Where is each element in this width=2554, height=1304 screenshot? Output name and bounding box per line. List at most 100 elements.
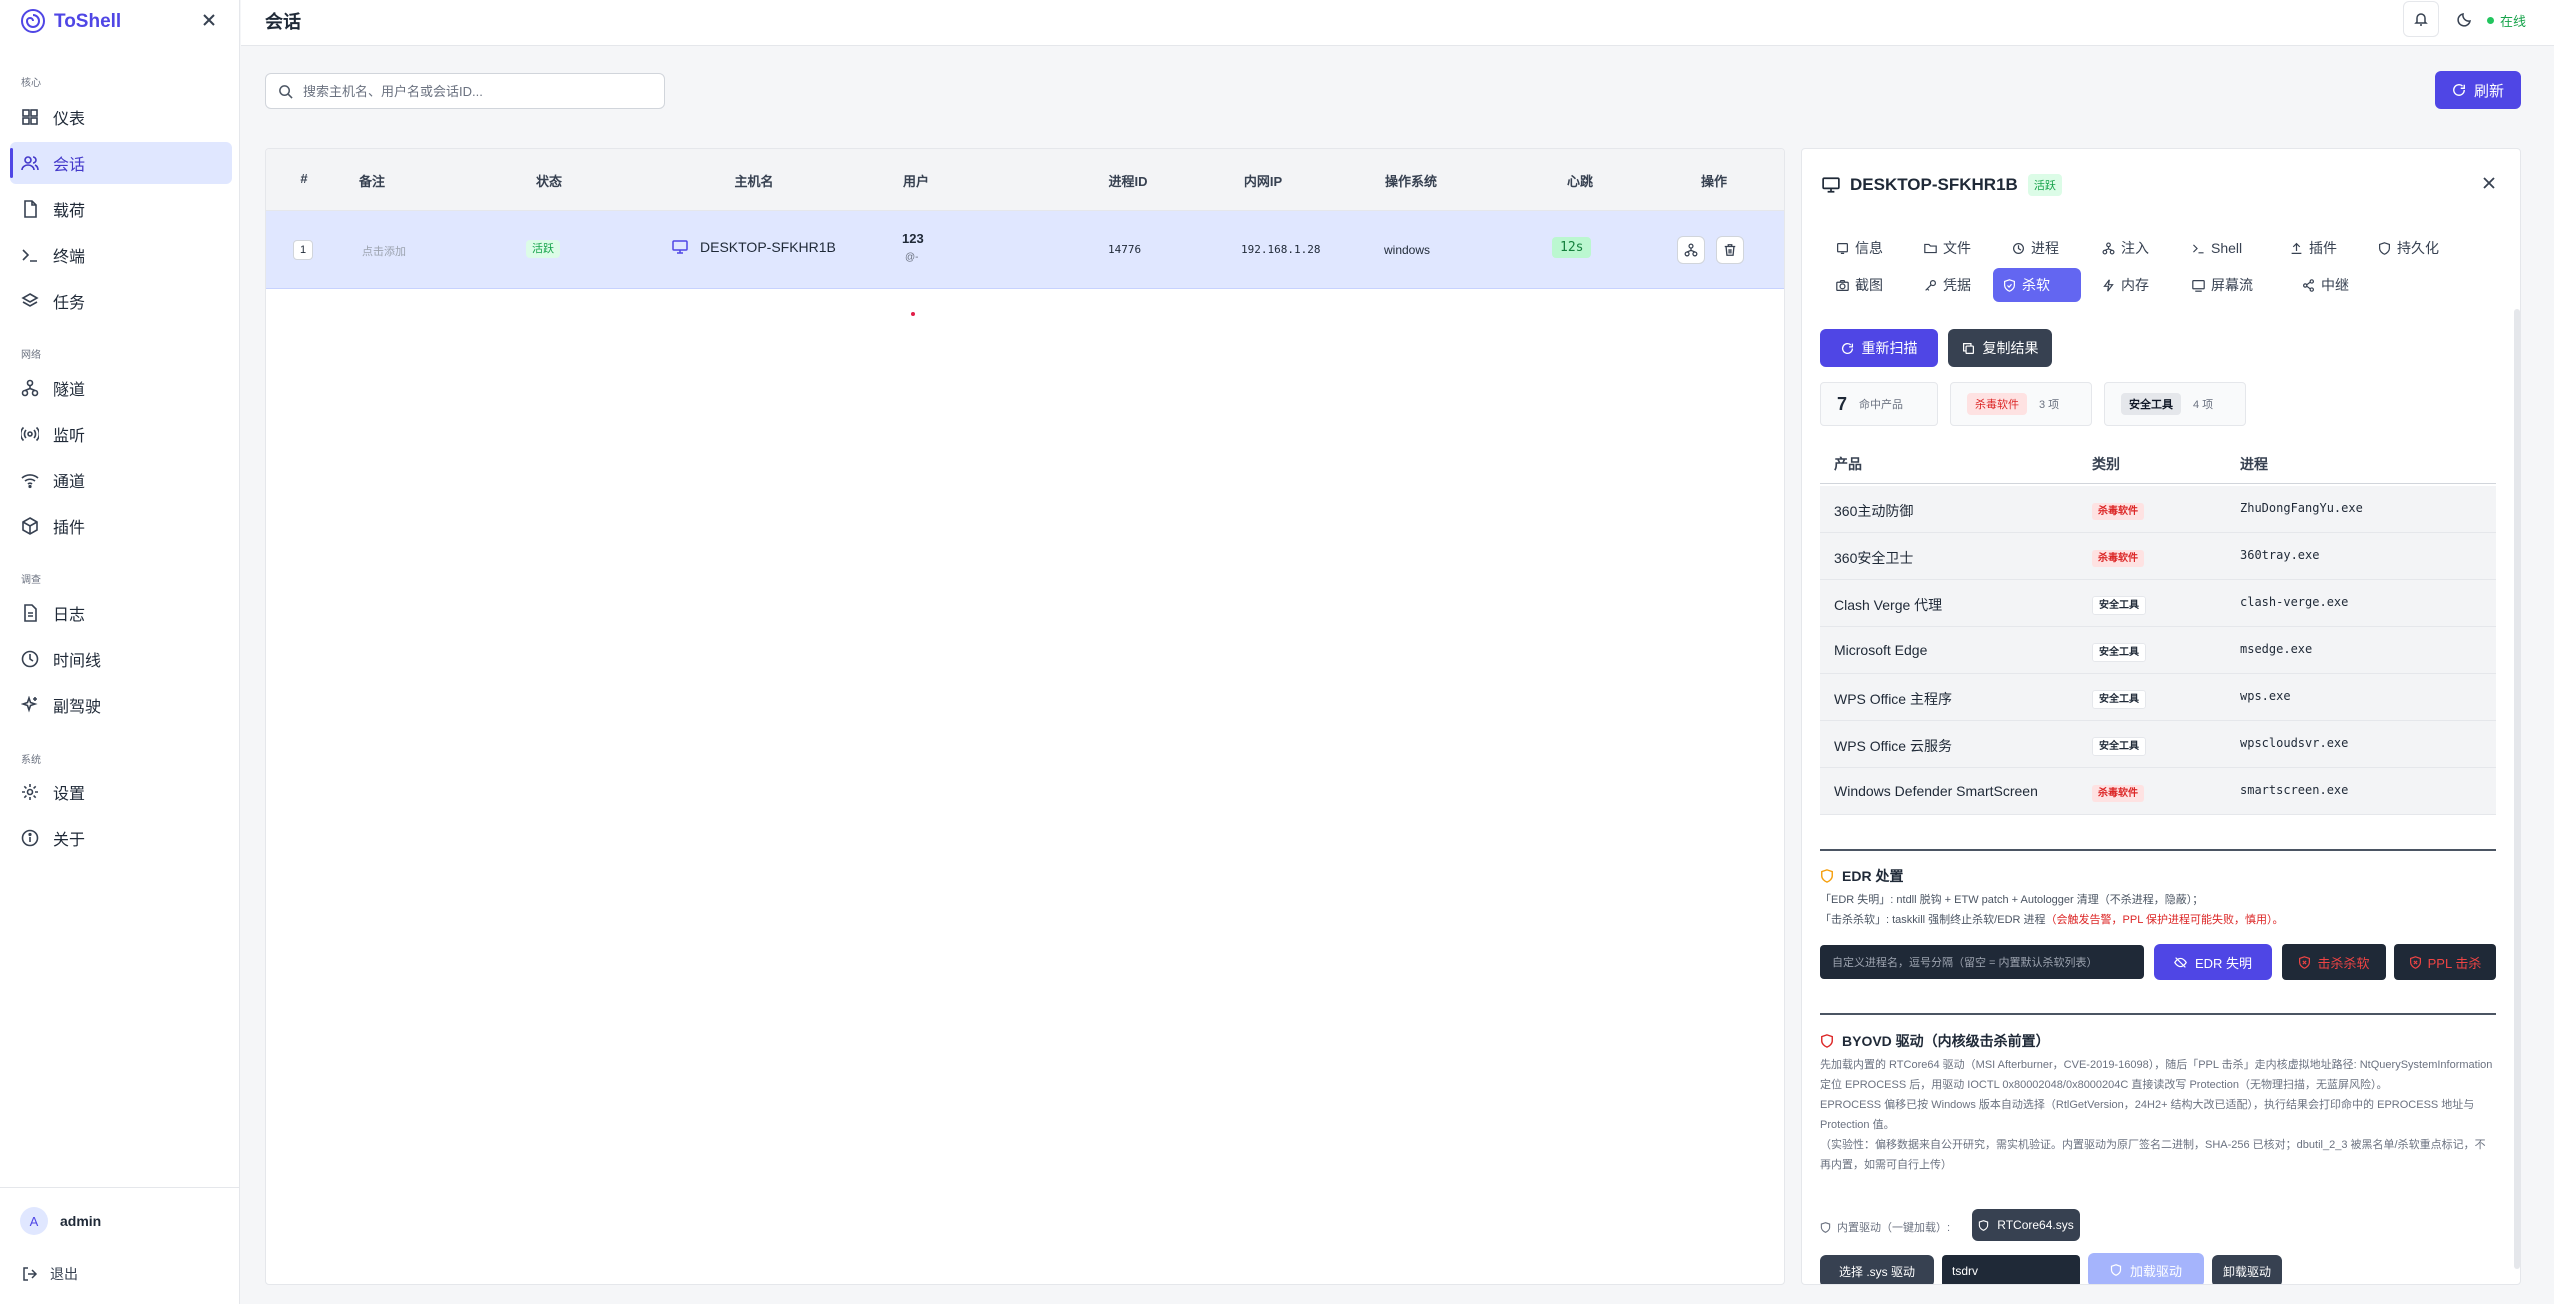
file-icon <box>24 200 37 218</box>
select-sys-driver-button[interactable]: 选择 .sys 驱动 <box>1820 1255 1934 1284</box>
sidebar: ToShell 核心 仪表 会话 载荷 终端 任务 网络 隧道 监听 通道 插件… <box>0 0 240 1304</box>
sidebar-close-button[interactable] <box>199 10 219 30</box>
list-item[interactable]: 360主动防御 杀毒软件 ZhuDongFangYu.exe <box>1820 486 2496 533</box>
brand[interactable]: ToShell <box>20 8 121 35</box>
tab-credentials[interactable]: 凭据 <box>1914 268 1981 302</box>
list-item[interactable]: Windows Defender SmartScreen 杀毒软件 smartscr… <box>1820 768 2496 815</box>
kill-av-button[interactable]: 击杀杀软 <box>2282 944 2386 980</box>
section-label-core: 核心 <box>21 78 41 89</box>
category-badge: 安全工具 <box>2092 642 2146 662</box>
sidebar-item-listeners[interactable]: 监听 <box>10 413 232 455</box>
stat-antivirus: 杀毒软件 3 项 <box>1950 382 2092 426</box>
logout-label: 退出 <box>50 1266 78 1282</box>
heartbeat-cell: 12s <box>1552 237 1592 258</box>
builtin-driver-label: 内置驱动（一键加载）: <box>1820 1219 1950 1235</box>
status-badge-text: 活跃 <box>526 240 560 258</box>
shield-icon <box>1821 869 1833 883</box>
sidebar-item-terminal[interactable]: 终端 <box>10 234 232 276</box>
tab-persistence[interactable]: 持久化 <box>2368 231 2449 265</box>
load-driver-button[interactable]: 加载驱动 <box>2088 1253 2204 1284</box>
rtcore64-driver-button[interactable]: RTCore64.sys <box>1972 1209 2080 1241</box>
note-cell[interactable]: 点击添加 <box>362 243 406 259</box>
list-item[interactable]: WPS Office 主程序 安全工具 wps.exe <box>1820 674 2496 721</box>
tab-info[interactable]: 信息 <box>1826 231 1893 265</box>
package-icon <box>22 517 38 535</box>
av-count: 3 项 <box>2039 399 2060 411</box>
radio-icon <box>21 426 39 442</box>
tab-processes[interactable]: 进程 <box>2002 231 2069 265</box>
sidebar-item-tasks[interactable]: 任务 <box>10 280 232 322</box>
monitor-icon <box>672 240 688 254</box>
category-badge-text: 安全工具 <box>2092 690 2146 709</box>
sidebar-item-dashboard[interactable]: 仪表 <box>10 96 232 138</box>
search-input[interactable] <box>303 83 643 99</box>
sidebar-item-settings[interactable]: 设置 <box>10 771 232 813</box>
col-header-process: 进程 <box>2240 456 2268 472</box>
byovd-divider <box>1820 1013 2496 1015</box>
category-badge-text: 安全工具 <box>2092 596 2146 615</box>
process-name: wps.exe <box>2240 689 2291 703</box>
sidebar-item-tunnels[interactable]: 隧道 <box>10 367 232 409</box>
sidebar-item-label: 仪表 <box>53 111 86 128</box>
list-item[interactable]: Clash Verge 代理 安全工具 clash-verge.exe <box>1820 580 2496 627</box>
tool-label: 安全工具 <box>2121 393 2181 415</box>
eye-off-icon <box>2174 956 2187 968</box>
detail-scrollbar[interactable] <box>2514 309 2520 1269</box>
tab-plugins[interactable]: 插件 <box>2280 231 2347 265</box>
logout-button[interactable]: 退出 <box>22 1264 78 1284</box>
sidebar-item-copilot[interactable]: 副驾驶 <box>10 684 232 726</box>
tab-antivirus[interactable]: 杀软 <box>1993 268 2081 302</box>
edr-blind-button[interactable]: EDR 失明 <box>2154 944 2272 980</box>
delete-session-button[interactable] <box>1716 236 1744 264</box>
search-box[interactable] <box>265 73 665 109</box>
custom-process-input[interactable]: 自定义进程名，逗号分隔（留空 = 内置默认杀软列表） <box>1820 945 2144 979</box>
rescan-button[interactable]: 重新扫描 <box>1820 329 1938 367</box>
driver-name-input[interactable]: tsdrv <box>1942 1255 2080 1284</box>
tab-screenstream[interactable]: 屏幕流 <box>2182 268 2263 302</box>
copy-result-button[interactable]: 复制结果 <box>1948 329 2052 367</box>
theme-toggle-button[interactable] <box>2447 1 2483 37</box>
sidebar-item-logs[interactable]: 日志 <box>10 592 232 634</box>
category-badge-text: 安全工具 <box>2092 737 2146 756</box>
unload-driver-button[interactable]: 卸载驱动 <box>2212 1255 2282 1284</box>
table-row[interactable]: 1 点击添加 活跃 DESKTOP-SFKHR1B 123 @- 14776 1… <box>266 211 1784 289</box>
sidebar-item-timeline[interactable]: 时间线 <box>10 638 232 680</box>
tab-screenshot[interactable]: 截图 <box>1826 268 1893 302</box>
hit-count: 7 <box>1837 393 1848 414</box>
refresh-button[interactable]: 刷新 <box>2435 71 2521 109</box>
notifications-button[interactable] <box>2403 1 2439 37</box>
tab-shell[interactable]: Shell <box>2182 231 2252 265</box>
loading-dot <box>911 312 915 316</box>
shield-icon <box>2379 241 2390 255</box>
process-name: clash-verge.exe <box>2240 595 2349 609</box>
product-name: 360主动防御 <box>1834 503 1914 519</box>
row-index: 1 <box>293 240 313 260</box>
list-item[interactable]: Microsoft Edge 安全工具 msedge.exe <box>1820 627 2496 674</box>
network-icon <box>1684 243 1698 257</box>
sidebar-item-channels[interactable]: 通道 <box>10 459 232 501</box>
ppl-kill-button[interactable]: PPL 击杀 <box>2394 944 2496 980</box>
sidebar-item-sessions[interactable]: 会话 <box>10 142 232 184</box>
tab-relay[interactable]: 中继 <box>2292 268 2359 302</box>
detail-close-button[interactable] <box>2482 176 2496 193</box>
byovd-section-title: BYOVD 驱动（内核级击杀前置） <box>1820 1031 2050 1051</box>
category-badge-text: 安全工具 <box>2092 643 2146 662</box>
list-item[interactable]: WPS Office 云服务 安全工具 wpscloudsvr.exe <box>1820 721 2496 768</box>
category-badge-text: 杀毒软件 <box>2092 503 2144 520</box>
topology-button[interactable] <box>1677 236 1705 264</box>
sidebar-item-label: 终端 <box>53 249 86 266</box>
sidebar-item-plugins[interactable]: 插件 <box>10 505 232 547</box>
col-header-user: 用户 <box>902 174 930 189</box>
list-item[interactable]: 360安全卫士 杀毒软件 360tray.exe <box>1820 533 2496 580</box>
tab-files[interactable]: 文件 <box>1914 231 1981 265</box>
edr-description: 「EDR 失明」: ntdll 脱钩 + ETW patch + Autolog… <box>1820 890 2496 930</box>
sidebar-item-payloads[interactable]: 载荷 <box>10 188 232 230</box>
tab-label: 持久化 <box>2397 240 2439 256</box>
sidebar-item-about[interactable]: 关于 <box>10 817 232 859</box>
col-header-status: 状态 <box>535 174 563 189</box>
tab-memory[interactable]: 内存 <box>2092 268 2159 302</box>
dashboard-icon <box>22 109 38 125</box>
user-profile[interactable]: A admin <box>20 1207 101 1235</box>
os-cell: windows <box>1384 243 1431 257</box>
tab-inject[interactable]: 注入 <box>2092 231 2159 265</box>
